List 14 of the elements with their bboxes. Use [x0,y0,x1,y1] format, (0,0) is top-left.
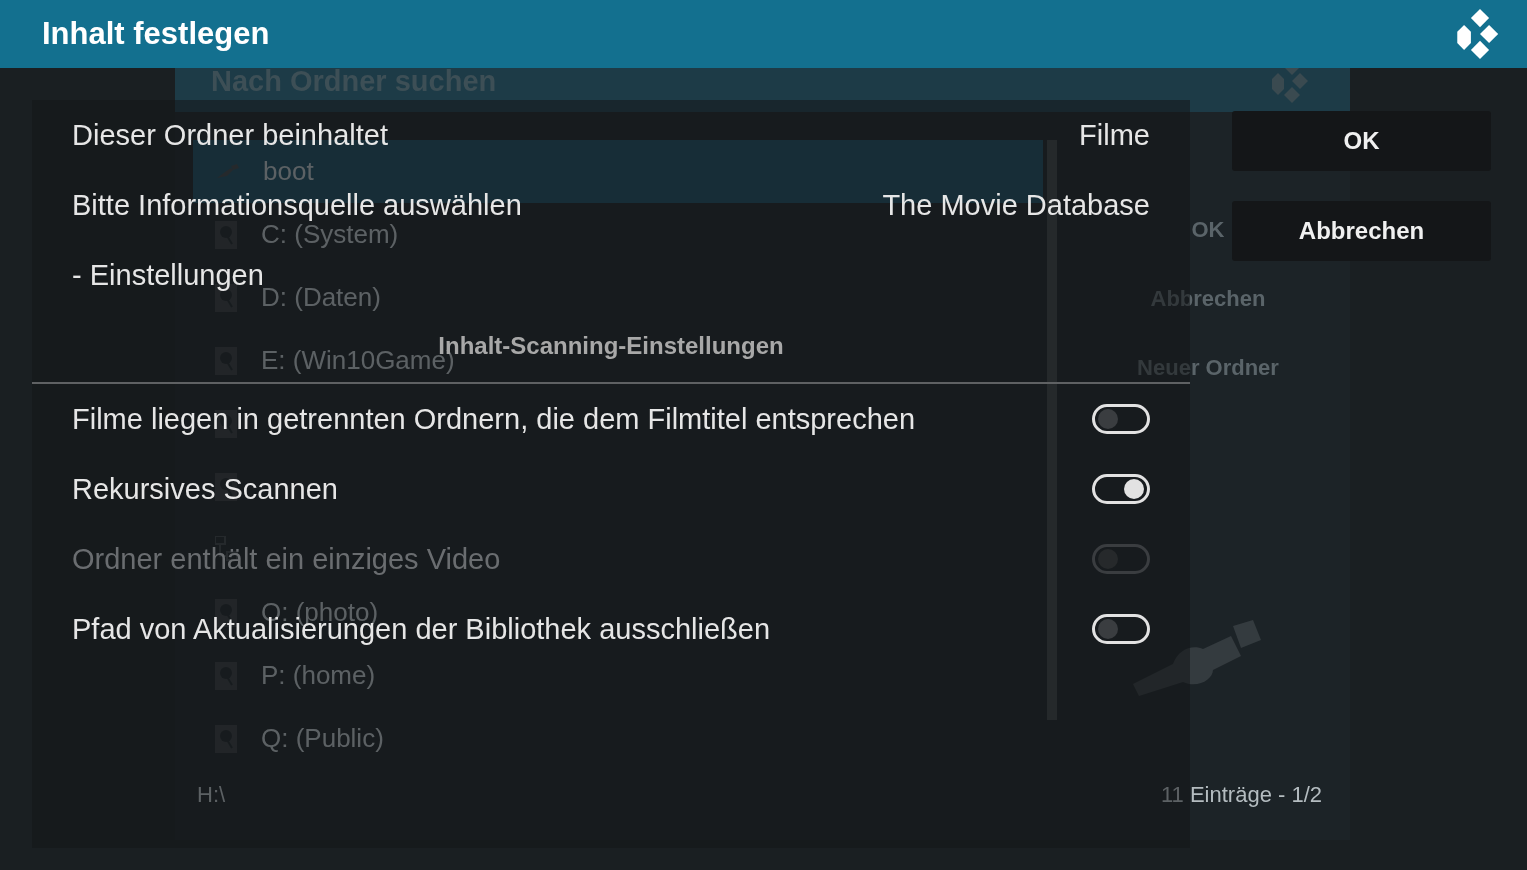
item-label: Q: (Public) [261,723,384,754]
usb-plug-icon [1133,620,1263,696]
item-label: P: (home) [261,660,376,691]
dialog-button[interactable]: OK [1232,111,1491,171]
dialog-title: Inhalt festlegen [42,16,270,52]
current-path: H:\ [197,782,226,808]
item-label: boot [263,156,314,187]
dialog-button[interactable]: Abbrechen [1232,201,1491,261]
setting-value: Filme [1079,120,1150,150]
setting-label[interactable]: - Einstellungen [72,260,264,290]
setting-label[interactable]: Rekursives Scannen [72,474,338,504]
item-label: D: (Daten) [261,282,381,313]
setting-label[interactable]: Filme liegen in getrennten Ordnern, die dem Filmtitel entsprechen [72,404,916,434]
item-count: 11 Einträge - 1/2 [1160,782,1322,808]
